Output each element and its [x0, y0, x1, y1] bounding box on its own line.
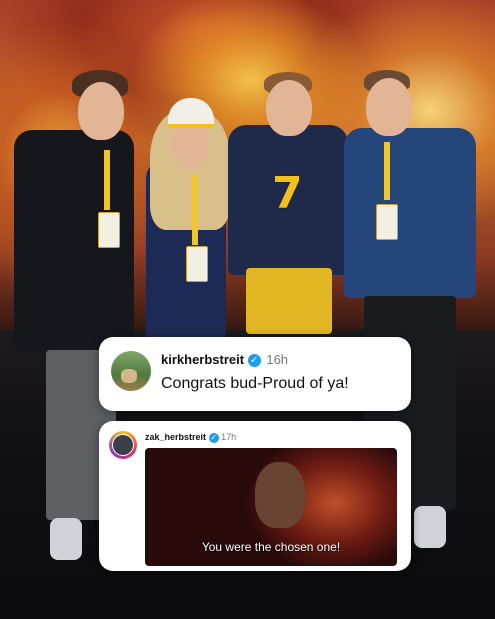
- comment-card-kirkherbstreit: kirkherbstreit ✓ 16h Congrats bud-Proud …: [99, 337, 411, 411]
- comment-username[interactable]: kirkherbstreit: [161, 352, 244, 367]
- meme-caption: You were the chosen one!: [201, 540, 341, 554]
- comment-username[interactable]: zak_herbstreit: [145, 432, 206, 442]
- meme-figure: [255, 462, 305, 528]
- comment-card-zak-herbstreit: zak_herbstreit ✓ 17h You were the chosen…: [99, 421, 411, 571]
- maize-pants: [246, 268, 332, 334]
- comment-header: zak_herbstreit ✓ 17h: [145, 432, 236, 443]
- comment-header: kirkherbstreit ✓ 16h: [161, 352, 289, 368]
- face: [78, 82, 124, 140]
- verified-badge-icon: ✓: [208, 432, 219, 443]
- kirkherbstreit-avatar[interactable]: [111, 351, 151, 391]
- credential-badge: [98, 212, 120, 248]
- lanyard: [192, 175, 198, 245]
- jersey-number: 7: [272, 168, 303, 219]
- face: [366, 78, 412, 136]
- comment-time: 16h: [266, 352, 289, 367]
- sneaker: [50, 518, 82, 560]
- lanyard: [384, 142, 390, 200]
- avatar-photo: [112, 434, 134, 456]
- sneaker: [414, 506, 446, 548]
- blue-puffer-jacket: [344, 128, 476, 298]
- credential-badge: [186, 246, 208, 282]
- meme-image[interactable]: You were the chosen one!: [145, 448, 397, 566]
- comment-time: 17h: [221, 432, 237, 442]
- comment-text: Congrats bud-Proud of ya!: [161, 375, 349, 392]
- credential-badge: [376, 204, 398, 240]
- lanyard: [104, 150, 110, 210]
- verified-badge-icon: ✓: [247, 354, 261, 368]
- face: [266, 80, 312, 136]
- zak-herbstreit-avatar[interactable]: [109, 431, 137, 459]
- avatar-dog-shape: [121, 369, 137, 383]
